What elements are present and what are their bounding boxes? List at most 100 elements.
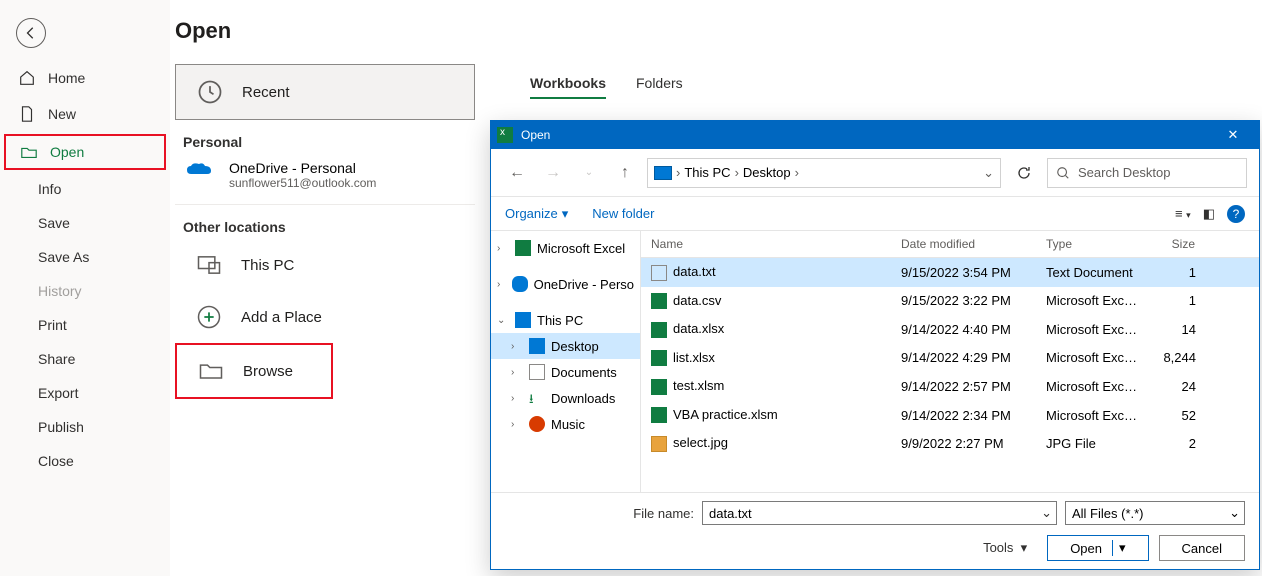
page-icon — [18, 105, 36, 123]
file-row[interactable]: test.xlsm9/14/2022 2:57 PMMicrosoft Exce… — [641, 372, 1259, 401]
col-type[interactable]: Type — [1036, 231, 1151, 257]
clock-icon — [196, 78, 224, 106]
tab-workbooks[interactable]: Workbooks — [530, 75, 606, 99]
view-mode-button[interactable]: ≡ ▾ — [1175, 206, 1191, 221]
nav-info[interactable]: Info — [0, 172, 170, 206]
file-list: Name Date modified Type Size data.txt9/1… — [641, 231, 1259, 492]
preview-pane-button[interactable]: ◧ — [1203, 206, 1215, 222]
thispc-item[interactable]: This PC — [175, 239, 505, 291]
dialog-titlebar[interactable]: Open ✕ — [491, 121, 1259, 149]
file-icon — [651, 407, 667, 423]
nav-back-button[interactable]: ← — [503, 159, 531, 187]
file-icon — [651, 322, 667, 338]
pc-icon — [515, 312, 531, 328]
desktop-icon — [529, 338, 545, 354]
file-row[interactable]: data.txt9/15/2022 3:54 PMText Document1 — [641, 258, 1259, 287]
nav-forward-button: → — [539, 159, 567, 187]
dialog-title-text: Open — [521, 128, 550, 142]
file-icon — [651, 379, 667, 395]
refresh-button[interactable] — [1009, 158, 1039, 188]
chevron-down-icon[interactable]: ⌄ — [983, 165, 994, 181]
file-icon — [651, 350, 667, 366]
chevron-down-icon[interactable]: ⌄ — [1041, 505, 1052, 521]
home-icon — [18, 69, 36, 87]
file-open-dialog: Open ✕ ← → ⌄ ↑ › This PC › Desktop › ⌄ S… — [490, 120, 1260, 570]
file-icon — [651, 265, 667, 281]
file-icon — [651, 293, 667, 309]
nav-save[interactable]: Save — [0, 206, 170, 240]
col-size[interactable]: Size — [1151, 231, 1206, 257]
address-bar[interactable]: › This PC › Desktop › ⌄ — [647, 158, 1001, 188]
file-row[interactable]: select.jpg9/9/2022 2:27 PMJPG File2 — [641, 429, 1259, 458]
nav-open-label: Open — [50, 144, 84, 160]
help-button[interactable]: ? — [1227, 205, 1245, 223]
recent-item[interactable]: Recent — [175, 64, 475, 120]
filename-input[interactable]: data.txt ⌄ — [702, 501, 1057, 525]
search-input[interactable]: Search Desktop — [1047, 158, 1247, 188]
excel-icon — [515, 240, 531, 256]
nav-home[interactable]: Home — [0, 60, 170, 96]
open-button[interactable]: Open▾ — [1047, 535, 1148, 561]
tree-music[interactable]: ›Music — [491, 411, 640, 437]
file-row[interactable]: data.xlsx9/14/2022 4:40 PMMicrosoft Exce… — [641, 315, 1259, 344]
breadcrumb-desktop[interactable]: Desktop — [743, 165, 791, 180]
add-place-icon — [195, 303, 223, 331]
page-title: Open — [175, 18, 505, 44]
tree-onedrive[interactable]: ›OneDrive - Perso — [491, 271, 640, 297]
music-icon — [529, 416, 545, 432]
open-panel: Open Recent Personal OneDrive - Personal… — [175, 0, 505, 576]
close-icon[interactable]: ✕ — [1213, 127, 1253, 143]
pc-icon — [654, 166, 672, 180]
arrow-left-icon — [24, 26, 38, 40]
col-date[interactable]: Date modified — [891, 231, 1036, 257]
nav-new-label: New — [48, 106, 76, 122]
backstage-sidebar: Home New Open Info Save Save As History … — [0, 0, 170, 576]
add-place-item[interactable]: Add a Place — [175, 291, 505, 343]
file-filter-select[interactable]: All Files (*.*) ⌄ — [1065, 501, 1245, 525]
file-row[interactable]: VBA practice.xlsm9/14/2022 2:34 PMMicros… — [641, 401, 1259, 430]
file-icon — [651, 436, 667, 452]
tree-desktop[interactable]: ›Desktop — [491, 333, 640, 359]
breadcrumb-thispc[interactable]: This PC — [684, 165, 730, 180]
excel-app-icon — [497, 127, 513, 143]
dialog-navbar: ← → ⌄ ↑ › This PC › Desktop › ⌄ Search D… — [491, 149, 1259, 197]
new-folder-button[interactable]: New folder — [592, 206, 654, 221]
onedrive-personal[interactable]: OneDrive - Personal sunflower511@outlook… — [175, 154, 505, 196]
tab-folders[interactable]: Folders — [636, 75, 683, 99]
nav-open[interactable]: Open — [4, 134, 166, 170]
tree-documents[interactable]: ›Documents — [491, 359, 640, 385]
nav-export[interactable]: Export — [0, 376, 170, 410]
browse-item[interactable]: Browse — [175, 343, 333, 399]
nav-recent-dropdown[interactable]: ⌄ — [575, 159, 603, 187]
nav-up-button[interactable]: ↑ — [611, 159, 639, 187]
search-icon — [1056, 166, 1070, 180]
dialog-toolbar: Organize ▾ New folder ≡ ▾ ◧ ? — [491, 197, 1259, 231]
other-locations-label: Other locations — [183, 219, 505, 235]
nav-saveas[interactable]: Save As — [0, 240, 170, 274]
file-row[interactable]: list.xlsx9/14/2022 4:29 PMMicrosoft Exce… — [641, 344, 1259, 373]
nav-close[interactable]: Close — [0, 444, 170, 478]
tree-excel[interactable]: ›Microsoft Excel — [491, 235, 640, 261]
chevron-down-icon[interactable]: ⌄ — [1229, 505, 1240, 521]
tree-downloads[interactable]: ›⭳Downloads — [491, 385, 640, 411]
nav-share[interactable]: Share — [0, 342, 170, 376]
folder-open-icon — [20, 143, 38, 161]
cancel-button[interactable]: Cancel — [1159, 535, 1245, 561]
file-row[interactable]: data.csv9/15/2022 3:22 PMMicrosoft Excel… — [641, 287, 1259, 316]
tree-thispc[interactable]: ⌄This PC — [491, 307, 640, 333]
open-split-dropdown[interactable]: ▾ — [1112, 540, 1126, 556]
dialog-footer: File name: data.txt ⌄ All Files (*.*) ⌄ … — [491, 492, 1259, 569]
folder-icon — [197, 357, 225, 385]
chevron-down-icon: ▾ — [562, 206, 569, 222]
back-button[interactable] — [16, 18, 46, 48]
filename-label: File name: — [633, 506, 694, 521]
nav-print[interactable]: Print — [0, 308, 170, 342]
documents-icon — [529, 364, 545, 380]
refresh-icon — [1016, 165, 1032, 181]
col-name[interactable]: Name — [641, 231, 891, 257]
organize-menu[interactable]: Organize ▾ — [505, 206, 568, 222]
tools-menu[interactable]: Tools ▾ — [983, 540, 1027, 556]
nav-publish[interactable]: Publish — [0, 410, 170, 444]
downloads-icon: ⭳ — [529, 390, 545, 406]
nav-new[interactable]: New — [0, 96, 170, 132]
